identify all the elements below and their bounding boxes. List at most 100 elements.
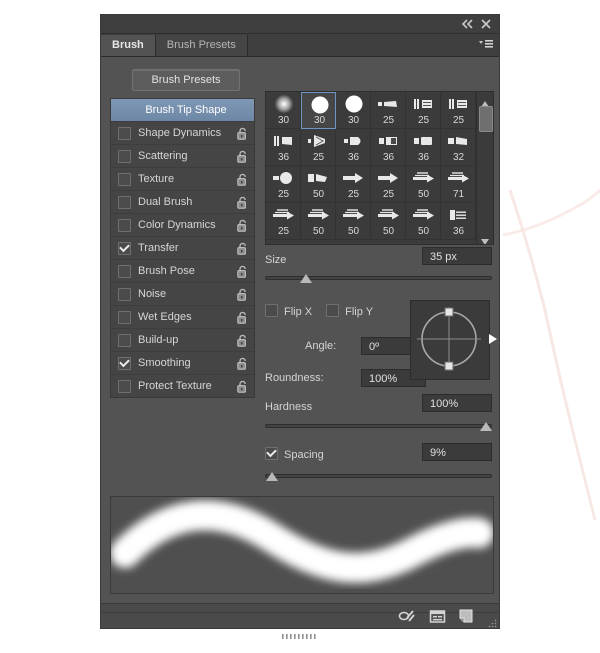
brush-option-dual-brush[interactable]: Dual Brush: [111, 191, 254, 214]
brush-presets-button[interactable]: Brush Presets: [132, 69, 240, 91]
brush-option-wet-edges[interactable]: Wet Edges: [111, 306, 254, 329]
tab-brush-presets[interactable]: Brush Presets: [155, 35, 248, 56]
brush-option-label: Shape Dynamics: [138, 127, 222, 139]
brush-tip-size: 36: [417, 152, 430, 163]
panel-menu-button[interactable]: [478, 38, 494, 52]
brush-tip-size: 25: [382, 189, 395, 200]
brush-tip-thumbnail: [302, 95, 337, 115]
brush-option-transfer[interactable]: Transfer: [111, 237, 254, 260]
scrollbar-thumb[interactable]: [479, 106, 493, 132]
size-slider-thumb[interactable]: [299, 274, 312, 283]
brush-tip-cell[interactable]: 30: [266, 92, 301, 129]
brush-option-protect-texture[interactable]: Protect Texture: [111, 375, 254, 397]
brush-tip-cell[interactable]: 50: [301, 203, 336, 240]
spacing-slider-thumb[interactable]: [265, 472, 278, 481]
brush-tip-cell[interactable]: 36: [266, 129, 301, 166]
brush-tip-cell[interactable]: 36: [336, 129, 371, 166]
size-value[interactable]: 35 px: [422, 247, 492, 265]
brush-option-checkbox[interactable]: [118, 379, 131, 393]
resize-grip-icon[interactable]: [487, 616, 497, 628]
brush-option-brush-pose[interactable]: Brush Pose: [111, 260, 254, 283]
brush-grid-scrollbar[interactable]: [476, 92, 493, 244]
create-new-brush-button[interactable]: [458, 608, 475, 624]
brush-option-checkbox[interactable]: [118, 218, 131, 232]
angle-dial[interactable]: [410, 300, 497, 380]
lock-open-icon[interactable]: [237, 288, 248, 301]
brush-tip-cell[interactable]: 25: [441, 92, 476, 129]
brush-tip-cell[interactable]: 71: [441, 166, 476, 203]
lock-open-icon[interactable]: [237, 380, 248, 393]
brush-tip-size: 50: [312, 226, 325, 237]
brush-option-checkbox[interactable]: [118, 310, 131, 324]
brush-tip-thumbnail: [371, 168, 406, 188]
brush-option-texture[interactable]: Texture: [111, 168, 254, 191]
brush-tip-cell[interactable]: 50: [301, 166, 336, 203]
brush-tip-cell[interactable]: 36: [371, 129, 406, 166]
brush-stroke-preview: [110, 496, 494, 594]
brush-tip-cell[interactable]: 25: [371, 92, 406, 129]
spacing-checkbox[interactable]: [265, 446, 278, 460]
toggle-brush-options-button[interactable]: [398, 608, 415, 624]
spacing-value[interactable]: 9%: [422, 443, 492, 461]
brush-option-checkbox[interactable]: [118, 333, 131, 347]
new-preset-panel-button[interactable]: [429, 608, 446, 624]
brush-tip-cell[interactable]: 50: [371, 203, 406, 240]
brush-tip-cell[interactable]: 25: [336, 166, 371, 203]
flip-y-checkbox[interactable]: [326, 304, 340, 317]
lock-open-icon[interactable]: [237, 173, 248, 186]
brush-tip-cell[interactable]: 50: [406, 166, 441, 203]
brush-tip-cell[interactable]: 25: [266, 203, 301, 240]
brush-tip-cell[interactable]: 25: [301, 129, 336, 166]
scroll-up-icon[interactable]: [480, 95, 490, 107]
brush-tip-cell[interactable]: 30: [301, 92, 336, 129]
brush-option-brush-tip-shape[interactable]: Brush Tip Shape: [111, 99, 254, 122]
brush-option-color-dynamics[interactable]: Color Dynamics: [111, 214, 254, 237]
lock-open-icon[interactable]: [237, 357, 248, 370]
collapse-panel-button[interactable]: [461, 18, 475, 30]
brush-tip-grid[interactable]: 30 30 30 25 25 25 36 25 36 36 36 32 25 50 25 25 50 71 25 50…: [265, 91, 494, 245]
brush-tip-size: 25: [277, 226, 290, 237]
lock-open-icon[interactable]: [237, 242, 248, 255]
panel-drag-handle[interactable]: [282, 627, 318, 639]
brush-tip-cell[interactable]: 32: [441, 129, 476, 166]
brush-tip-cell[interactable]: 25: [266, 166, 301, 203]
brush-option-scattering[interactable]: Scattering: [111, 145, 254, 168]
brush-tip-cell[interactable]: 25: [371, 166, 406, 203]
size-slider[interactable]: [265, 271, 492, 285]
brush-option-shape-dynamics[interactable]: Shape Dynamics: [111, 122, 254, 145]
brush-option-checkbox[interactable]: [118, 264, 131, 278]
lock-open-icon[interactable]: [237, 265, 248, 278]
spacing-slider[interactable]: [265, 469, 492, 483]
brush-option-smoothing[interactable]: Smoothing: [111, 352, 254, 375]
brush-tip-cell[interactable]: 50: [406, 203, 441, 240]
flip-x-checkbox[interactable]: [265, 304, 278, 317]
brush-option-noise[interactable]: Noise: [111, 283, 254, 306]
close-panel-button[interactable]: [479, 18, 493, 30]
brush-option-checkbox[interactable]: [118, 241, 131, 255]
brush-option-checkbox[interactable]: [118, 195, 131, 209]
brush-tip-cell[interactable]: 25: [406, 92, 441, 129]
lock-open-icon[interactable]: [237, 311, 248, 324]
lock-open-icon[interactable]: [237, 127, 248, 140]
lock-open-icon[interactable]: [237, 219, 248, 232]
brush-tip-cell[interactable]: 36: [406, 129, 441, 166]
brush-tip-cell[interactable]: 30: [336, 92, 371, 129]
lock-open-icon[interactable]: [237, 196, 248, 209]
hardness-value[interactable]: 100%: [422, 394, 492, 412]
hardness-slider-thumb[interactable]: [480, 422, 492, 431]
brush-option-checkbox[interactable]: [118, 126, 131, 140]
brush-tip-cell[interactable]: 50: [336, 203, 371, 240]
lock-open-icon[interactable]: [237, 334, 248, 347]
brush-option-checkbox[interactable]: [118, 149, 131, 163]
brush-option-checkbox[interactable]: [118, 287, 131, 301]
brush-option-checkbox[interactable]: [118, 356, 131, 370]
brush-option-build-up[interactable]: Build-up: [111, 329, 254, 352]
brush-tip-cell[interactable]: 36: [441, 203, 476, 240]
brush-option-checkbox[interactable]: [118, 172, 131, 186]
brush-panel: Brush Brush Presets Brush Presets Brush …: [100, 14, 500, 639]
scroll-down-icon[interactable]: [480, 233, 490, 244]
brush-tip-size: 32: [452, 152, 465, 163]
tab-brush[interactable]: Brush: [101, 35, 156, 56]
lock-open-icon[interactable]: [237, 150, 248, 163]
hardness-slider[interactable]: [265, 419, 492, 433]
